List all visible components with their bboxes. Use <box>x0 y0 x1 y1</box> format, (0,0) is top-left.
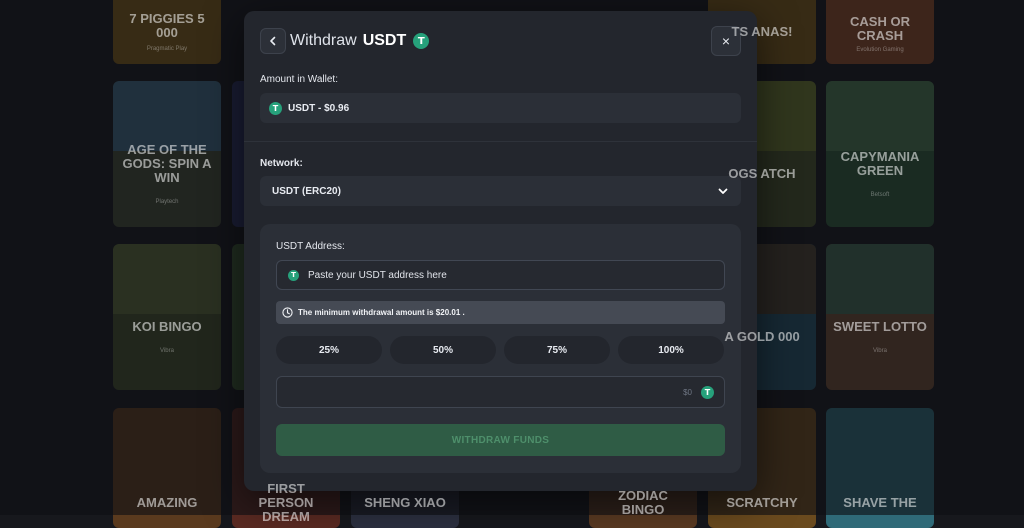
usdt-icon: T <box>701 386 714 399</box>
divider <box>244 141 757 142</box>
usdt-icon: T <box>413 33 430 49</box>
wallet-balance: T USDT - $0.96 <box>260 93 741 123</box>
wallet-label: Amount in Wallet: <box>260 74 338 85</box>
chevron-left-icon <box>270 36 276 46</box>
amount-value: $0 <box>683 388 692 397</box>
wallet-balance-value: USDT - $0.96 <box>288 102 350 114</box>
title-currency: USDT <box>362 32 407 49</box>
back-button[interactable] <box>260 28 286 54</box>
usdt-icon: T <box>288 269 299 281</box>
clock-icon <box>282 307 293 318</box>
percent-25-button[interactable]: 25% <box>276 336 382 364</box>
percent-100-button[interactable]: 100% <box>618 336 724 364</box>
chevron-down-icon <box>718 188 728 194</box>
minimum-withdrawal-notice: The minimum withdrawal amount is $20.01 … <box>276 301 725 324</box>
address-placeholder: Paste your USDT address here <box>308 269 447 281</box>
notice-text: The minimum withdrawal amount is $20.01 … <box>298 308 465 317</box>
network-select-value: USDT (ERC20) <box>272 185 341 197</box>
percent-75-button[interactable]: 75% <box>504 336 610 364</box>
address-label: USDT Address: <box>276 241 345 252</box>
network-select[interactable]: USDT (ERC20) <box>260 176 741 206</box>
address-input[interactable]: T Paste your USDT address here <box>276 260 725 290</box>
percent-50-button[interactable]: 50% <box>390 336 496 364</box>
percent-buttons: 25% 50% 75% 100% <box>276 336 725 364</box>
withdraw-modal: Withdraw USDT T × Amount in Wallet: T US… <box>244 11 757 491</box>
title-prefix: Withdraw <box>290 32 357 49</box>
modal-title: Withdraw USDT T <box>290 32 430 50</box>
usdt-icon: T <box>269 101 282 115</box>
withdraw-form-panel: USDT Address: T Paste your USDT address … <box>260 224 741 473</box>
withdraw-funds-button[interactable]: WITHDRAW FUNDS <box>276 424 725 456</box>
amount-input[interactable]: $0 T <box>276 376 725 408</box>
network-label: Network: <box>260 158 303 169</box>
